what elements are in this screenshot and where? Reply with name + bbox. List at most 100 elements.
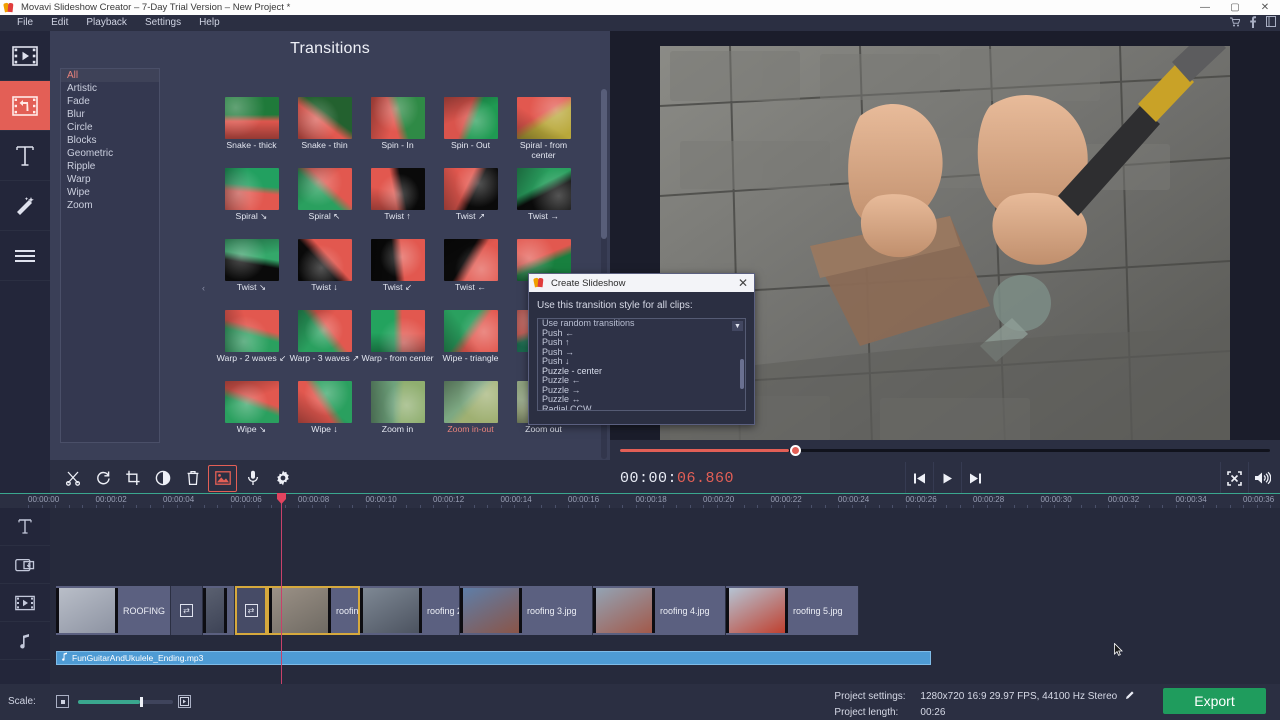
menu-help[interactable]: Help	[190, 15, 229, 31]
transition-item[interactable]: Twist ↑	[361, 160, 434, 231]
transition-thumbnail[interactable]	[225, 97, 279, 139]
sidebar-item-more[interactable]	[0, 231, 50, 281]
crop-button[interactable]	[118, 465, 147, 492]
zoom-in-timeline-icon[interactable]	[178, 695, 191, 708]
transition-item[interactable]: Zoom in	[361, 373, 434, 444]
timeline-ruler[interactable]: 00:00:0000:00:0200:00:0400:00:0600:00:08…	[0, 493, 1280, 508]
facebook-icon[interactable]	[1249, 16, 1257, 31]
transition-item[interactable]: Twist ↗	[434, 160, 507, 231]
transition-thumbnail[interactable]	[444, 381, 498, 423]
transition-thumbnail[interactable]	[371, 381, 425, 423]
transition-item[interactable]: Snake - thick	[215, 89, 288, 160]
category-item-artistic[interactable]: Artistic	[61, 82, 159, 95]
timeline-clip[interactable]: roofing 3.jpg	[460, 586, 593, 635]
transition-item[interactable]: Wipe ↓	[288, 373, 361, 444]
play-button[interactable]	[933, 462, 961, 494]
category-item-warp[interactable]: Warp	[61, 173, 159, 186]
category-list[interactable]: AllArtisticFadeBlurCircleBlocksGeometric…	[60, 68, 160, 443]
transition-style-dropdown[interactable]: ▼ Use random transitionsPush ←Push ↑Push…	[537, 318, 746, 411]
category-item-fade[interactable]: Fade	[61, 95, 159, 108]
transition-thumbnail[interactable]	[444, 310, 498, 352]
dialog-close-button[interactable]: ✕	[732, 276, 754, 290]
dropdown-option[interactable]: Radial CCW	[538, 405, 745, 412]
transition-item[interactable]: Spin - Out	[434, 89, 507, 160]
transition-thumbnail[interactable]	[517, 97, 571, 139]
category-item-blocks[interactable]: Blocks	[61, 134, 159, 147]
maximize-button[interactable]: ▢	[1220, 0, 1250, 15]
pencil-icon[interactable]	[1125, 690, 1135, 705]
export-button[interactable]: Export	[1163, 688, 1266, 714]
cart-icon[interactable]	[1229, 17, 1240, 30]
next-frame-button[interactable]	[961, 462, 989, 494]
sidebar-item-filters[interactable]	[0, 181, 50, 231]
transition-thumbnail[interactable]	[298, 310, 352, 352]
transition-item[interactable]: Warp - 3 waves ↗	[288, 302, 361, 373]
transition-item[interactable]: Spin - In	[361, 89, 434, 160]
sidebar-item-import-media[interactable]	[0, 31, 50, 81]
book-icon[interactable]	[1266, 16, 1276, 30]
timeline-clip[interactable]: roofing 4.jpg	[593, 586, 726, 635]
transition-item[interactable]: Wipe - triangle	[434, 302, 507, 373]
transition-item[interactable]: Warp - 2 waves ↙	[215, 302, 288, 373]
menu-settings[interactable]: Settings	[136, 15, 190, 31]
transition-item[interactable]: Snake - thin	[288, 89, 361, 160]
transition-thumbnail[interactable]	[517, 168, 571, 210]
transition-item[interactable]: Wipe ↘	[215, 373, 288, 444]
transition-thumbnail[interactable]	[444, 239, 498, 281]
timeline-clip[interactable]: ROOFING	[56, 586, 171, 635]
timeline-clip[interactable]: roofing 2.jpg	[360, 586, 460, 635]
timeline-clip[interactable]	[203, 586, 235, 635]
color-adjust-button[interactable]	[148, 465, 177, 492]
dropdown-scrollbar[interactable]	[740, 359, 744, 389]
transition-item[interactable]: Twist ↓	[288, 231, 361, 302]
transition-thumbnail[interactable]	[371, 239, 425, 281]
transition-thumbnail[interactable]	[371, 97, 425, 139]
transition-item[interactable]: Twist ←	[434, 231, 507, 302]
transition-thumbnail[interactable]	[225, 239, 279, 281]
category-item-ripple[interactable]: Ripple	[61, 160, 159, 173]
playhead[interactable]	[281, 493, 282, 684]
clip-properties-button[interactable]	[268, 465, 297, 492]
transition-thumbnail[interactable]	[298, 239, 352, 281]
audio-track-button[interactable]	[0, 622, 50, 660]
titles-track-button[interactable]	[0, 508, 50, 546]
category-item-circle[interactable]: Circle	[61, 121, 159, 134]
transition-item[interactable]: Spiral ↖	[288, 160, 361, 231]
fullscreen-button[interactable]	[1220, 462, 1248, 494]
audio-clip[interactable]: FunGuitarAndUkulele_Ending.mp3	[56, 651, 931, 665]
transition-item[interactable]: Spiral - from center	[507, 89, 580, 160]
transition-thumbnail[interactable]	[444, 168, 498, 210]
transition-item[interactable]: Twist →	[507, 160, 580, 231]
zoom-out-timeline-icon[interactable]	[56, 695, 69, 708]
close-button[interactable]: ✕	[1250, 0, 1280, 15]
transition-item[interactable]: Zoom in-out	[434, 373, 507, 444]
transition-item[interactable]: Twist ↘	[215, 231, 288, 302]
transition-thumbnail[interactable]	[298, 168, 352, 210]
seek-bar[interactable]	[620, 449, 1270, 452]
transition-item[interactable]: Spiral ↘	[215, 160, 288, 231]
category-item-blur[interactable]: Blur	[61, 108, 159, 121]
category-item-zoom[interactable]: Zoom	[61, 199, 159, 212]
transition-thumbnail[interactable]	[371, 310, 425, 352]
previous-frame-button[interactable]	[905, 462, 933, 494]
panel-collapse-handle[interactable]: ‹	[202, 283, 209, 305]
sidebar-item-titles[interactable]	[0, 131, 50, 181]
menu-file[interactable]: File	[8, 15, 42, 31]
timeline-clip[interactable]: roofing 5.jpg	[726, 586, 859, 635]
transition-item[interactable]: Warp - from center	[361, 302, 434, 373]
transition-thumbnail[interactable]	[225, 310, 279, 352]
category-item-all[interactable]: All	[61, 69, 159, 82]
transition-thumbnail[interactable]	[225, 168, 279, 210]
transition-thumbnail[interactable]	[298, 381, 352, 423]
category-item-geometric[interactable]: Geometric	[61, 147, 159, 160]
sticker-track-button[interactable]	[0, 546, 50, 584]
transition-thumbnail[interactable]	[225, 381, 279, 423]
menu-edit[interactable]: Edit	[42, 15, 77, 31]
slideshow-wizard-button[interactable]	[208, 465, 237, 492]
sidebar-item-transitions[interactable]	[0, 81, 50, 131]
record-audio-button[interactable]	[238, 465, 267, 492]
video-track-button[interactable]	[0, 584, 50, 622]
volume-button[interactable]	[1248, 462, 1276, 494]
seek-handle[interactable]	[790, 445, 801, 456]
transition-thumbnail[interactable]	[371, 168, 425, 210]
